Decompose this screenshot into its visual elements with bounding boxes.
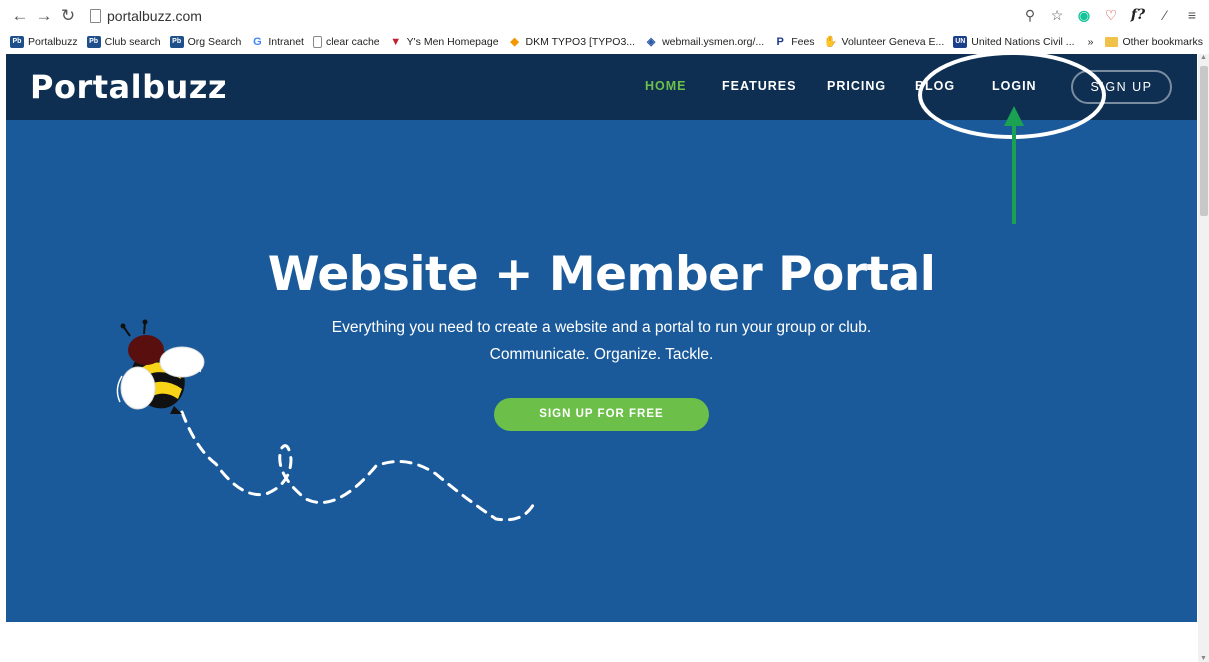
bookmark-club-search[interactable]: Pb Club search xyxy=(86,36,161,48)
bookmark-volunteer[interactable]: ✋ Volunteer Geneva E... xyxy=(824,36,945,48)
bookmark-org-search[interactable]: Pb Org Search xyxy=(169,36,241,48)
bookmark-webmail[interactable]: ◈ webmail.ysmen.org/... xyxy=(644,36,764,48)
bookmarks-bar: Pb Portalbuzz Pb Club search Pb Org Search … xyxy=(0,32,1209,52)
reload-icon[interactable]: ↻ xyxy=(58,6,78,26)
forward-icon[interactable]: → xyxy=(34,6,54,26)
webmail-icon: ◈ xyxy=(646,36,656,48)
scroll-up-icon[interactable]: ▲ xyxy=(1200,54,1207,61)
page-icon xyxy=(312,36,322,48)
bookmark-un[interactable]: UN United Nations Civil ... xyxy=(953,36,1075,48)
flight-path xyxy=(180,410,538,522)
page-icon xyxy=(90,9,101,23)
typo3-icon: ◆ xyxy=(510,36,519,48)
other-bookmarks-button[interactable]: Other bookmarks xyxy=(1122,36,1203,48)
folder-icon xyxy=(1105,37,1119,47)
bookmark-intranet[interactable]: G Intranet xyxy=(250,36,304,48)
address-bar-row: ← → ↻ portalbuzz.com ⚲ ☆ ◉ ♡ f? ⁄ ≡ xyxy=(0,0,1209,32)
scrollbar-thumb[interactable] xyxy=(1200,66,1208,216)
extension-icons: ⚲ ☆ ◉ ♡ f? ⁄ ≡ xyxy=(1021,6,1201,24)
bookmarks-right: » Other bookmarks xyxy=(1088,32,1203,52)
star-icon[interactable]: ☆ xyxy=(1048,6,1066,24)
ysmen-icon: ▼ xyxy=(390,36,402,48)
page-scrollbar[interactable]: ▲ ▼ xyxy=(1198,54,1209,662)
bee-icon xyxy=(116,319,205,414)
bookmark-clear-cache[interactable]: clear cache xyxy=(312,36,380,48)
bookmark-dkm-typo3[interactable]: ◆ DKM TYPO3 [TYPO3... xyxy=(508,36,635,48)
scroll-down-icon[interactable]: ▼ xyxy=(1200,655,1207,662)
eyedropper-icon[interactable]: ⁄ xyxy=(1156,6,1174,24)
pb-icon: Pb xyxy=(86,36,101,48)
volunteer-icon: ✋ xyxy=(823,36,838,48)
google-icon: G xyxy=(253,36,262,48)
menu-icon[interactable]: ≡ xyxy=(1183,6,1201,24)
browser-chrome: ← → ↻ portalbuzz.com ⚲ ☆ ◉ ♡ f? ⁄ ≡ Pb Po… xyxy=(0,0,1209,54)
pb-icon: Pb xyxy=(169,36,184,48)
bookmark-fees[interactable]: P Fees xyxy=(773,36,815,48)
more-bookmarks-button[interactable]: » xyxy=(1088,36,1094,48)
un-icon: UN xyxy=(953,36,968,48)
heart-icon[interactable]: ♡ xyxy=(1102,6,1120,24)
grammarly-icon[interactable]: ◉ xyxy=(1075,6,1093,24)
pb-icon: Pb xyxy=(10,36,24,48)
key-icon[interactable]: ⚲ xyxy=(1021,6,1039,24)
portalbuzz-page: Portalbuzz HOME FEATURES PRICING BLOG LO… xyxy=(6,54,1197,622)
url-field[interactable]: portalbuzz.com xyxy=(107,8,202,24)
bookmark-portalbuzz[interactable]: Pb Portalbuzz xyxy=(10,36,78,48)
bee-illustration xyxy=(116,319,538,522)
bookmark-ysmen[interactable]: ▼ Y's Men Homepage xyxy=(389,36,498,48)
paypal-icon: P xyxy=(776,36,784,48)
back-icon[interactable]: ← xyxy=(10,6,30,26)
font-finder-icon[interactable]: f? xyxy=(1129,6,1147,24)
